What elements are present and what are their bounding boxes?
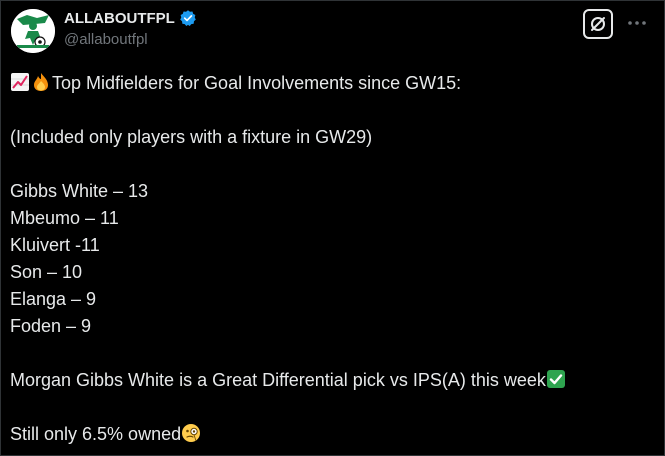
player-item: Elanga – 9 [10, 289, 97, 309]
more-options-icon [628, 21, 646, 25]
player-item: Foden – 9 [10, 316, 92, 336]
player-item: Mbeumo – 11 [10, 208, 119, 228]
owned-text: Still only 6.5% owned [10, 424, 182, 444]
football-logo-icon [11, 9, 55, 53]
grok-icon [591, 17, 605, 31]
owned-line: Still only 6.5% owned [10, 421, 655, 448]
check-mark-button-icon [546, 370, 565, 388]
chart-increasing-icon [11, 73, 29, 91]
tweet-header-text: Top Midfielders for Goal Involvements si… [52, 73, 462, 93]
player-item: Kluivert -11 [10, 235, 100, 255]
tweet-header-line: Top Midfielders for Goal Involvements si… [10, 70, 655, 97]
verified-badge-icon [180, 10, 196, 27]
fire-icon [34, 73, 48, 91]
tweet-card: ALLABOUTFPL @allaboutfpl Top Midfielders… [0, 0, 665, 456]
more-options-button[interactable] [625, 11, 649, 35]
display-name[interactable]: ALLABOUTFPL [64, 9, 197, 27]
avatar[interactable] [11, 9, 55, 53]
pick-line: Morgan Gibbs White is a Great Differenti… [10, 367, 655, 394]
pick-text: Morgan Gibbs White is a Great Differenti… [10, 370, 546, 390]
monocle-face-icon [182, 424, 201, 442]
display-name-text[interactable]: ALLABOUTFPL [64, 10, 175, 27]
tweet-text: Top Midfielders for Goal Involvements si… [10, 70, 655, 448]
player-item: Gibbs White – 13 [10, 181, 149, 201]
handle[interactable]: @allaboutfpl [64, 31, 148, 48]
tweet-note: (Included only players with a fixture in… [10, 127, 373, 147]
grok-button[interactable] [583, 9, 613, 39]
player-item: Son – 10 [10, 262, 83, 282]
